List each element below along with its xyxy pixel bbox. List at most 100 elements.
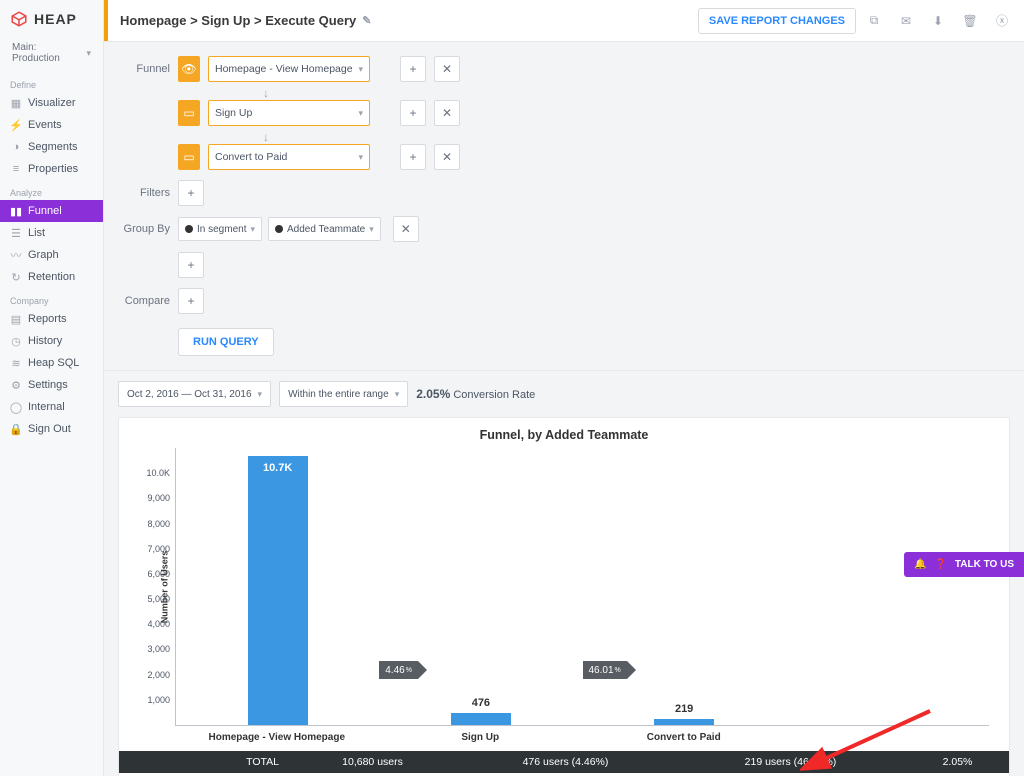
close-icon[interactable]: ⓧ [988, 7, 1016, 35]
conversion-rate: 2.05% Conversion Rate [416, 387, 535, 401]
trash-icon[interactable]: 🗑 [956, 7, 984, 35]
dot-icon [185, 225, 193, 233]
nav-properties[interactable]: ≡ Properties [0, 158, 103, 180]
nav-reports[interactable]: ▤ Reports [0, 308, 103, 330]
remove-step-button[interactable]: ✕ [434, 56, 460, 82]
project-selector[interactable]: Main: Production ▾ [6, 38, 97, 68]
accent-bar [104, 0, 108, 41]
bar-2[interactable]: 476 [451, 713, 511, 725]
run-query-button[interactable]: RUN QUERY [178, 328, 274, 356]
download-icon[interactable]: ⬇ [924, 7, 952, 35]
funnel-icon: ▮▮ [10, 205, 22, 217]
segments-icon: ◑ [10, 141, 22, 153]
x-label-4 [786, 726, 990, 751]
save-report-button[interactable]: SAVE REPORT CHANGES [698, 8, 856, 34]
section-company: Company [0, 288, 103, 308]
filters-label: Filters [118, 187, 170, 199]
bar-col-2: 4.46% 476 [379, 448, 582, 725]
nav-heap-sql[interactable]: ≋ Heap SQL [0, 352, 103, 374]
cell: 10,680 users [289, 751, 456, 773]
pencil-icon[interactable]: ✎ [362, 14, 371, 27]
page-icon: ▭ [178, 100, 200, 126]
nav-events[interactable]: ⚡ Events [0, 114, 103, 136]
nav-settings[interactable]: ⚙Settings [0, 374, 103, 396]
nav-signout[interactable]: 🔒Sign Out [0, 418, 103, 440]
step-label: Convert to Paid [215, 151, 287, 163]
sidebar: HEAP Main: Production ▾ Define ▦Visualiz… [0, 0, 104, 776]
section-analyze: Analyze [0, 180, 103, 200]
funnel-step-3[interactable]: Convert to Paid▾ [208, 144, 370, 170]
talk-to-us-label: TALK TO US [955, 559, 1014, 570]
arrow-down-icon: ↓ [263, 130, 1010, 140]
nav-funnel[interactable]: ▮▮Funnel [0, 200, 103, 222]
nav-label: History [28, 335, 62, 347]
nav-label: Visualizer [28, 97, 76, 109]
within-range-dropdown[interactable]: Within the entire range▾ [279, 381, 408, 407]
bar-3[interactable]: 219 [654, 719, 714, 725]
within-range-label: Within the entire range [288, 389, 389, 400]
nav-label: Events [28, 119, 62, 131]
compare-label: Compare [118, 295, 170, 307]
bar-label: 219 [675, 703, 693, 715]
nav-label: Settings [28, 379, 68, 391]
dot-icon [275, 225, 283, 233]
add-groupby-button[interactable]: + [178, 252, 204, 278]
nav-history[interactable]: ◷History [0, 330, 103, 352]
logo: HEAP [0, 0, 103, 34]
nav-label: Graph [28, 249, 59, 261]
ytick: 4,000 [136, 619, 170, 629]
nav-label: Reports [28, 313, 67, 325]
table-row-total: TOTAL 10,680 users 476 users (4.46%) 219… [119, 751, 1009, 773]
section-define: Define [0, 72, 103, 92]
nav-visualizer[interactable]: ▦Visualizer [0, 92, 103, 114]
properties-icon: ≡ [10, 163, 22, 175]
add-filter-button[interactable]: + [178, 180, 204, 206]
date-range-dropdown[interactable]: Oct 2, 2016 — Oct 31, 2016▾ [118, 381, 271, 407]
step-pct-3: 46.01% [583, 661, 627, 679]
funnel-label: Funnel [118, 63, 170, 75]
cell: TOTAL [119, 751, 289, 773]
nav-segments[interactable]: ◑Segments [0, 136, 103, 158]
step-label: Homepage - View Homepage [215, 63, 353, 75]
ytick: 8,000 [136, 519, 170, 529]
results-table: TOTAL 10,680 users 476 users (4.46%) 219… [119, 751, 1009, 776]
add-step-button[interactable]: + [400, 56, 426, 82]
graph-icon: 〰 [10, 249, 22, 261]
reports-icon: ▤ [10, 313, 22, 325]
y-axis-label: Number of Users [159, 550, 169, 623]
groupby-chip-teammate[interactable]: Added Teammate▾ [268, 217, 381, 241]
add-step-button[interactable]: + [400, 144, 426, 170]
bar-1[interactable]: 10.7K [248, 456, 308, 725]
add-compare-button[interactable]: + [178, 288, 204, 314]
nav-label: Heap SQL [28, 357, 79, 369]
bar-col-3: 46.01% 219 [583, 448, 786, 725]
nav-label: Sign Out [28, 423, 71, 435]
nav-retention[interactable]: ↻Retention [0, 266, 103, 288]
mail-icon[interactable]: ✉ [892, 7, 920, 35]
nav-graph[interactable]: 〰 Graph [0, 244, 103, 266]
remove-step-button[interactable]: ✕ [434, 100, 460, 126]
remove-step-button[interactable]: ✕ [434, 144, 460, 170]
ytick: 1,000 [136, 695, 170, 705]
breadcrumb-text: Homepage > Sign Up > Execute Query [120, 13, 356, 28]
talk-to-us-widget[interactable]: 🔔 ❓ TALK TO US [904, 552, 1024, 577]
events-icon: ⚡ [10, 119, 22, 131]
add-step-button[interactable]: + [400, 100, 426, 126]
funnel-step-1[interactable]: Homepage - View Homepage▾ [208, 56, 370, 82]
remove-groupby-button[interactable]: ✕ [393, 216, 419, 242]
funnel-step-2[interactable]: Sign Up▾ [208, 100, 370, 126]
heap-logo-icon [10, 10, 28, 28]
copy-icon[interactable]: ⧉ [860, 7, 888, 35]
conv-rate-label: Conversion Rate [453, 389, 535, 401]
bar-label: 10.7K [263, 462, 292, 474]
chip-label: In segment [197, 224, 246, 235]
nav-internal[interactable]: ◯Internal [0, 396, 103, 418]
nav-list[interactable]: ☰List [0, 222, 103, 244]
nav-label: Properties [28, 163, 78, 175]
sql-icon: ≋ [10, 357, 22, 369]
ytick: 5,000 [136, 594, 170, 604]
groupby-chip-segment[interactable]: In segment▾ [178, 217, 262, 241]
project-selector-label: Main: Production [12, 42, 86, 64]
cell: 476 users (4.46%) [456, 751, 675, 773]
breadcrumb: Homepage > Sign Up > Execute Query ✎ [120, 13, 371, 28]
